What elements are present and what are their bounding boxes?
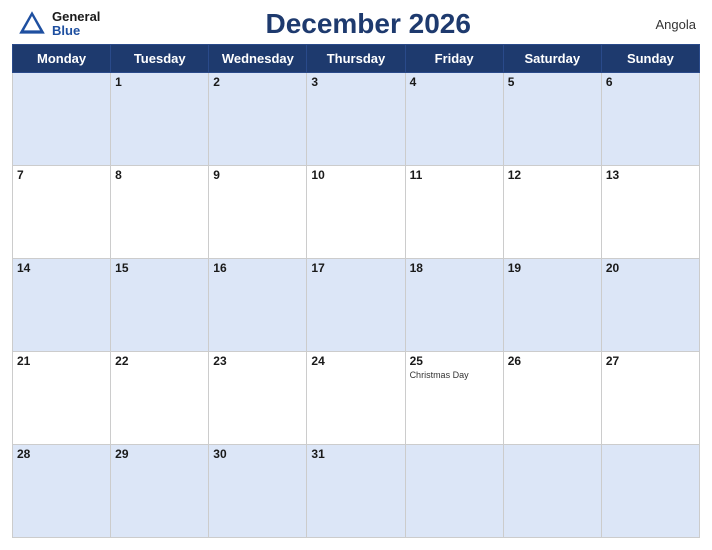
day-number: 23 (213, 354, 302, 368)
calendar-week-row: 789 10 11 12 13 (13, 166, 700, 259)
calendar-cell: 26 (503, 352, 601, 445)
day-number: 6 (606, 75, 695, 89)
calendar-body: 1234567891011121314151617181920212223242… (13, 73, 700, 538)
calendar-cell (13, 73, 111, 166)
calendar-cell: 20 (601, 259, 699, 352)
calendar-week-row: 28 29 30 31 (13, 445, 700, 538)
day-number: 20 (606, 261, 695, 275)
day-number: 22 (115, 354, 204, 368)
day-number: 13 (606, 168, 695, 182)
day-number: 19 (508, 261, 597, 275)
day-number: 12 (508, 168, 597, 182)
calendar-week-row: 21 22 23 24 25 Christmas Day 26 27 (13, 352, 700, 445)
calendar-cell: 11 (405, 166, 503, 259)
day-number: 28 (17, 447, 106, 461)
calendar-cell: 3 (307, 73, 405, 166)
calendar-cell: 21 (13, 352, 111, 445)
calendar-cell: 22 (111, 352, 209, 445)
calendar-cell: 30 (209, 445, 307, 538)
day-number: 16 (213, 261, 302, 275)
calendar-cell: 1 (111, 73, 209, 166)
day-number: 21 (17, 354, 106, 368)
header-tuesday: Tuesday (111, 45, 209, 73)
day-number: 3 (311, 75, 400, 89)
calendar-cell: 9 (209, 166, 307, 259)
day-number: 29 (115, 447, 204, 461)
day-number: 4 (410, 75, 499, 89)
calendar-cell: 5 (503, 73, 601, 166)
day-number: 25 (410, 354, 499, 368)
calendar-cell: 7 (13, 166, 111, 259)
top-bar: General Blue December 2026 Angola (0, 0, 712, 44)
calendar-wrapper: Monday Tuesday Wednesday Thursday Friday… (0, 44, 712, 550)
calendar-cell: 25 Christmas Day (405, 352, 503, 445)
header-saturday: Saturday (503, 45, 601, 73)
calendar-cell: 27 (601, 352, 699, 445)
calendar-cell: 24 (307, 352, 405, 445)
calendar-week-row: 123456 (13, 73, 700, 166)
day-number: 7 (17, 168, 106, 182)
header-friday: Friday (405, 45, 503, 73)
calendar-cell: 18 (405, 259, 503, 352)
header-wednesday: Wednesday (209, 45, 307, 73)
calendar-cell: 4 (405, 73, 503, 166)
calendar-week-row: 14 15 16 17 18 19 20 (13, 259, 700, 352)
day-number: 31 (311, 447, 400, 461)
holiday-label: Christmas Day (410, 370, 499, 380)
calendar-title: December 2026 (100, 8, 636, 40)
calendar-cell: 8 (111, 166, 209, 259)
logo-blue-text: Blue (52, 24, 100, 38)
calendar-cell: 14 (13, 259, 111, 352)
calendar-cell: 19 (503, 259, 601, 352)
day-number: 27 (606, 354, 695, 368)
calendar-cell (601, 445, 699, 538)
day-number: 24 (311, 354, 400, 368)
calendar-cell (503, 445, 601, 538)
calendar-cell: 29 (111, 445, 209, 538)
day-number: 2 (213, 75, 302, 89)
day-number: 9 (213, 168, 302, 182)
calendar-table: Monday Tuesday Wednesday Thursday Friday… (12, 44, 700, 538)
calendar-cell: 31 (307, 445, 405, 538)
calendar-cell: 13 (601, 166, 699, 259)
day-number: 17 (311, 261, 400, 275)
day-number: 18 (410, 261, 499, 275)
day-number: 30 (213, 447, 302, 461)
day-number: 14 (17, 261, 106, 275)
calendar-cell: 10 (307, 166, 405, 259)
calendar-cell (405, 445, 503, 538)
calendar-cell: 2 (209, 73, 307, 166)
logo-text: General Blue (52, 10, 100, 39)
day-number: 8 (115, 168, 204, 182)
calendar-header-row: Monday Tuesday Wednesday Thursday Friday… (13, 45, 700, 73)
calendar-cell: 12 (503, 166, 601, 259)
country-label: Angola (636, 17, 696, 32)
calendar-cell: 28 (13, 445, 111, 538)
day-number: 10 (311, 168, 400, 182)
calendar-cell: 15 (111, 259, 209, 352)
header-monday: Monday (13, 45, 111, 73)
logo-general-text: General (52, 10, 100, 24)
day-number: 5 (508, 75, 597, 89)
header-thursday: Thursday (307, 45, 405, 73)
calendar-cell: 23 (209, 352, 307, 445)
day-number: 15 (115, 261, 204, 275)
header-sunday: Sunday (601, 45, 699, 73)
calendar-cell: 17 (307, 259, 405, 352)
day-number: 1 (115, 75, 204, 89)
day-number: 26 (508, 354, 597, 368)
logo-area: General Blue (16, 8, 100, 40)
calendar-cell: 16 (209, 259, 307, 352)
calendar-cell: 6 (601, 73, 699, 166)
day-number: 11 (410, 168, 499, 182)
generalblue-logo-icon (16, 8, 48, 40)
